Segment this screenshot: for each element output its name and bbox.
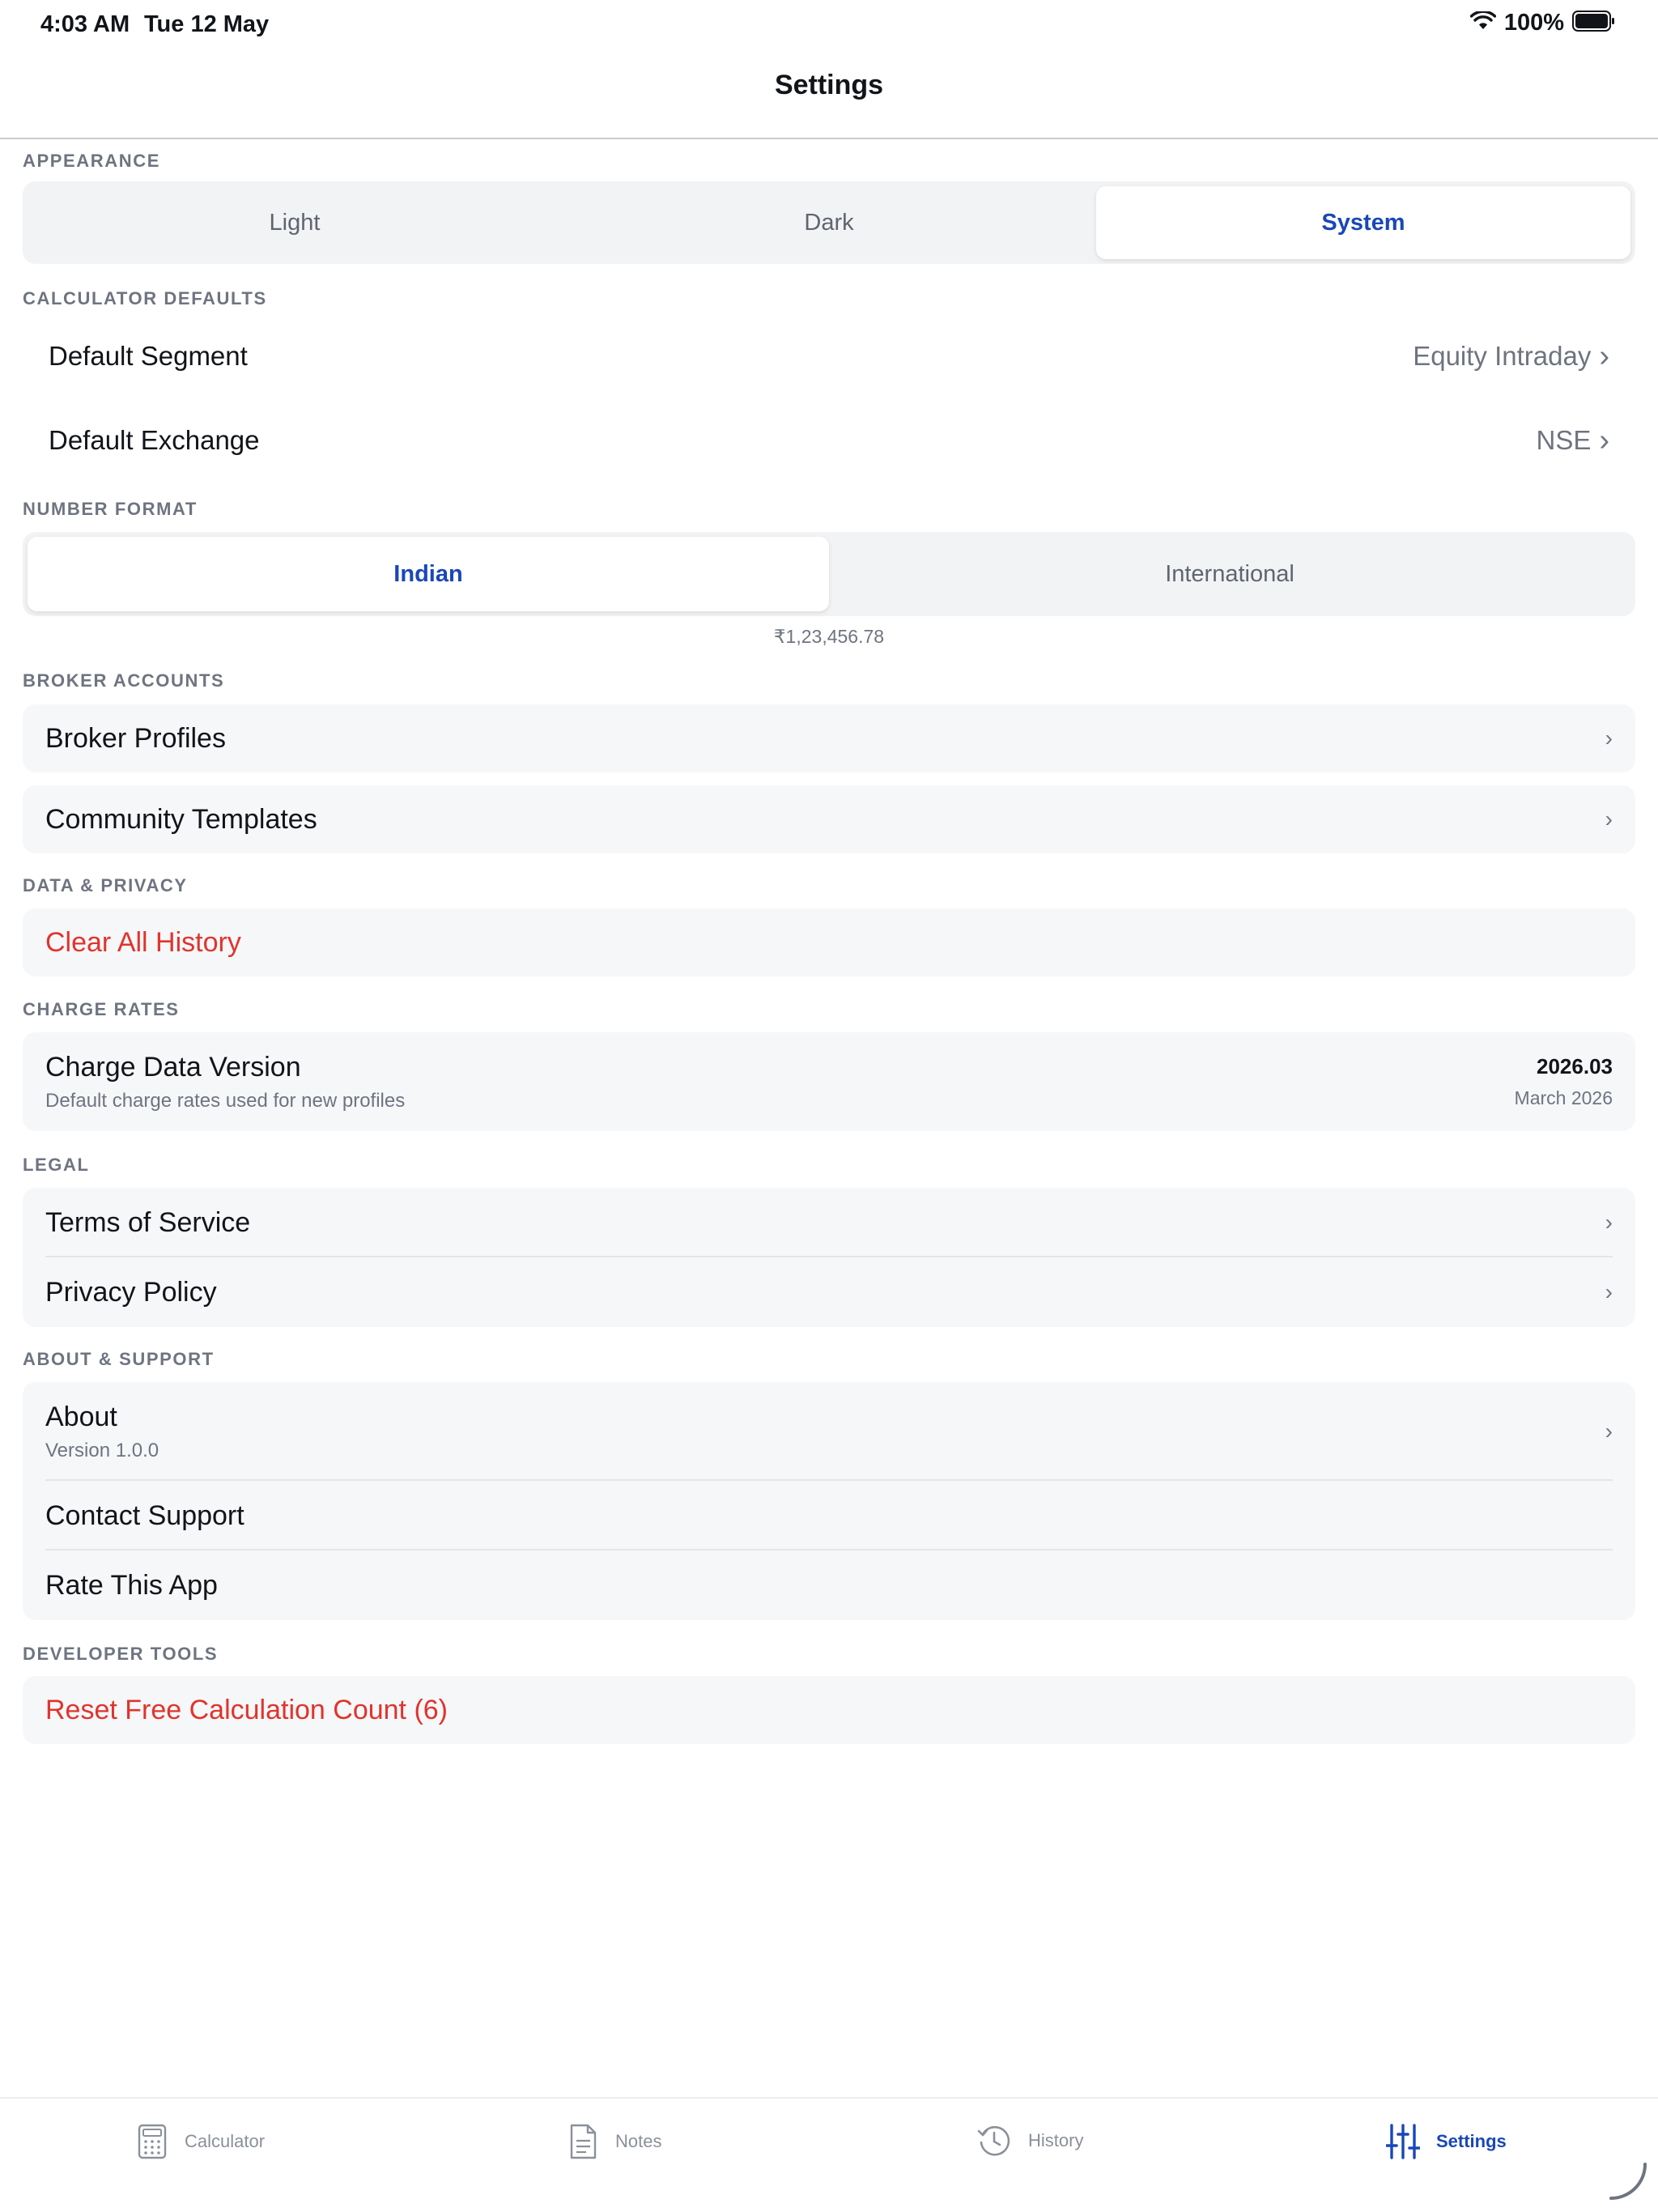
number-format-option-indian[interactable]: Indian (28, 537, 829, 611)
status-date: Tue 12 May (144, 11, 270, 37)
reset-count-row[interactable]: Reset Free Calculation Count (6) (23, 1676, 1635, 1744)
tab-settings-label: Settings (1436, 2131, 1507, 2151)
privacy-policy-label: Privacy Policy (45, 1276, 217, 1308)
chevron-right-icon: › (1605, 725, 1613, 751)
default-exchange-row[interactable]: Default Exchange NSE › (49, 400, 1609, 481)
contact-support-row[interactable]: Contact Support (23, 1481, 1635, 1551)
battery-percent: 100% (1503, 10, 1564, 36)
legal-card: Terms of Service › Privacy Policy › (23, 1188, 1635, 1327)
tab-settings[interactable]: Settings (1386, 2123, 1507, 2160)
section-header-charge-rates: CHARGE RATES (23, 999, 180, 1019)
charge-data-version-row: Charge Data Version Default charge rates… (23, 1032, 1635, 1131)
broker-profiles-card: Broker Profiles › (23, 704, 1635, 772)
section-header-calculator-defaults: CALCULATOR DEFAULTS (23, 288, 267, 308)
developer-tools-card: Reset Free Calculation Count (6) (23, 1676, 1635, 1744)
clear-history-button[interactable]: Clear All History (45, 927, 241, 959)
chevron-right-icon: › (1605, 806, 1613, 832)
broker-profiles-label: Broker Profiles (45, 722, 226, 754)
broker-profiles-row[interactable]: Broker Profiles › (23, 704, 1635, 772)
rate-app-label: Rate This App (45, 1569, 218, 1601)
charge-data-version-number: 2026.03 (1537, 1054, 1613, 1078)
section-header-broker-accounts: BROKER ACCOUNTS (23, 670, 225, 691)
community-templates-card: Community Templates › (23, 785, 1635, 853)
page-title: Settings (774, 70, 884, 100)
calculator-icon (136, 2123, 168, 2160)
history-icon (976, 2123, 1012, 2159)
contact-support-label: Contact Support (45, 1499, 244, 1531)
battery-icon (1572, 11, 1616, 36)
tab-calculator[interactable]: Calculator (136, 2123, 265, 2160)
terms-of-service-row[interactable]: Terms of Service › (23, 1188, 1635, 1257)
tab-notes-label: Notes (615, 2131, 662, 2151)
chevron-right-icon: › (1599, 423, 1609, 457)
app-version: Version 1.0.0 (45, 1439, 159, 1461)
chevron-right-icon: › (1605, 1279, 1613, 1304)
charge-data-version-date: March 2026 (1514, 1087, 1613, 1108)
tab-notes[interactable]: Notes (567, 2123, 661, 2160)
wifi-icon (1469, 10, 1497, 35)
tab-bar: Calculator Notes History Settings (0, 2097, 1658, 2212)
navigation-bar: Settings (0, 50, 1658, 139)
clear-history-card: Clear All History (23, 908, 1635, 976)
section-header-legal: LEGAL (23, 1155, 90, 1175)
default-segment-row[interactable]: Default Segment Equity Intraday › (49, 316, 1609, 397)
sliders-icon (1386, 2123, 1420, 2160)
tab-calculator-label: Calculator (185, 2131, 266, 2151)
reset-free-calculation-button[interactable]: Reset Free Calculation Count (6) (45, 1695, 448, 1726)
about-label: About (45, 1401, 117, 1432)
number-format-option-international[interactable]: International (829, 537, 1630, 611)
chevron-right-icon: › (1605, 1210, 1613, 1235)
section-header-about-support: ABOUT & SUPPORT (23, 1349, 215, 1369)
corner-resize-handle-icon (1605, 2158, 1650, 2207)
appearance-option-dark[interactable]: Dark (562, 186, 1096, 259)
status-time: 4:03 AM (40, 11, 130, 37)
charge-data-version-label: Charge Data Version (45, 1051, 301, 1083)
charge-data-version-description: Default charge rates used for new profil… (45, 1089, 406, 1112)
number-format-segmented-control: Indian International (23, 532, 1635, 616)
community-templates-row[interactable]: Community Templates › (23, 785, 1635, 853)
chevron-right-icon: › (1605, 1419, 1613, 1444)
tab-history[interactable]: History (976, 2123, 1083, 2159)
appearance-option-system[interactable]: System (1096, 186, 1630, 259)
terms-of-service-label: Terms of Service (45, 1206, 251, 1238)
notes-icon (567, 2123, 599, 2160)
status-indicators: 100% (1469, 10, 1616, 36)
default-exchange-label: Default Exchange (49, 425, 260, 455)
section-header-number-format: NUMBER FORMAT (23, 499, 198, 519)
number-format-example: ₹1,23,456.78 (773, 626, 885, 647)
community-templates-label: Community Templates (45, 803, 317, 835)
default-exchange-value: NSE (1536, 425, 1592, 455)
about-support-card: About Version 1.0.0 › Contact Support Ra… (23, 1382, 1635, 1620)
chevron-right-icon: › (1599, 339, 1609, 373)
tab-history-label: History (1028, 2130, 1084, 2150)
clear-history-row[interactable]: Clear All History (23, 908, 1635, 976)
privacy-policy-row[interactable]: Privacy Policy › (23, 1257, 1635, 1327)
appearance-option-light[interactable]: Light (28, 186, 562, 259)
about-row[interactable]: About Version 1.0.0 › (23, 1382, 1635, 1481)
default-segment-label: Default Segment (49, 341, 248, 371)
section-header-appearance: APPEARANCE (23, 151, 161, 171)
appearance-segmented-control: Light Dark System (23, 181, 1635, 264)
rate-app-row[interactable]: Rate This App (23, 1551, 1635, 1620)
charge-data-card: Charge Data Version Default charge rates… (23, 1032, 1635, 1131)
section-header-data-privacy: DATA & PRIVACY (23, 875, 188, 895)
default-segment-value: Equity Intraday (1413, 341, 1592, 371)
section-header-developer-tools: DEVELOPER TOOLS (23, 1644, 219, 1664)
status-bar: 4:03 AM Tue 12 May 100% (0, 0, 1658, 50)
